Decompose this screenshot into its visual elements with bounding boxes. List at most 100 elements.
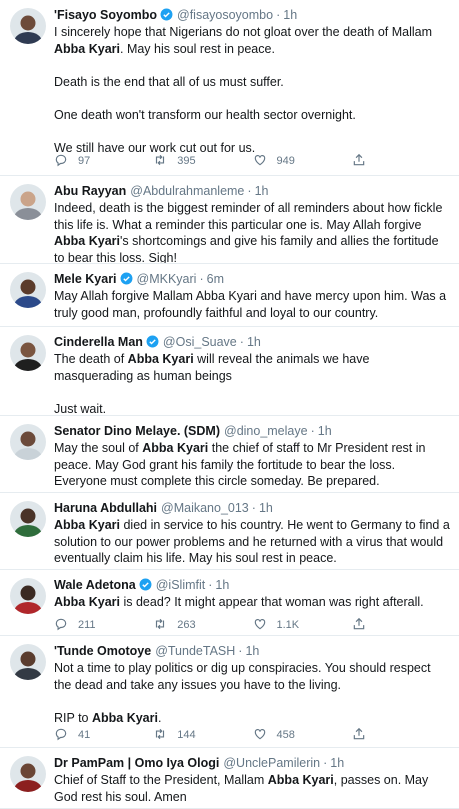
timestamp[interactable]: 1h <box>318 423 332 439</box>
like-button[interactable]: 1.1K <box>253 617 352 634</box>
heart-icon <box>253 617 277 634</box>
retweet-count: 144 <box>177 729 196 741</box>
author-name[interactable]: Haruna Abdullahi <box>54 500 157 516</box>
tweet-paragraph: May the soul of Abba Kyari the chief of … <box>54 440 451 490</box>
text-segment: May the soul of <box>54 441 143 455</box>
author-handle[interactable]: @TundeTASH <box>155 643 235 659</box>
share-icon <box>352 617 376 634</box>
avatar[interactable] <box>10 756 46 792</box>
tweet-paragraph: Abba Kyari is dead? It might appear that… <box>54 594 451 611</box>
tweet[interactable]: Haruna Abdullahi @Maikano_013 · 1h Abba Kyar… <box>0 493 459 570</box>
reply-button[interactable]: 97 <box>54 153 153 170</box>
author-handle[interactable]: @Maikano_013 <box>161 500 249 516</box>
like-count: 1.1K <box>276 619 300 631</box>
share-icon <box>352 727 376 744</box>
author-handle[interactable]: @UnclePamilerin <box>223 755 320 771</box>
reply-button[interactable]: 211 <box>54 617 153 634</box>
retweet-button[interactable]: 395 <box>153 153 252 170</box>
tweet-paragraph: One death won't transform our health sec… <box>54 107 451 124</box>
text-segment: Indeed, death is the biggest reminder of… <box>54 201 443 232</box>
timestamp[interactable]: 1h <box>245 643 259 659</box>
separator: · <box>208 578 213 592</box>
tweet[interactable]: Mele Kyari @MKKyari · 6m May Allah forgive M… <box>0 264 459 327</box>
tweet-paragraph: The death of Abba Kyari will reveal the … <box>54 351 451 384</box>
avatar[interactable] <box>10 8 46 44</box>
author-name[interactable]: Dr PamPam | Omo Iya Ologi <box>54 755 219 771</box>
text-segment: The death of <box>54 352 128 366</box>
author-name[interactable]: 'Tunde Omotoye <box>54 643 151 659</box>
tweet-actions: 97 395 949 <box>54 153 451 169</box>
retweet-icon <box>153 617 177 634</box>
share-button[interactable] <box>352 153 451 170</box>
author-name[interactable]: Abu Rayyan <box>54 183 126 199</box>
timestamp[interactable]: 6m <box>207 271 224 287</box>
like-count: 949 <box>276 155 295 167</box>
highlighted-term: Abba Kyari <box>127 352 194 366</box>
avatar[interactable] <box>10 501 46 537</box>
retweet-button[interactable]: 144 <box>153 727 252 744</box>
tweet-text: Indeed, death is the biggest reminder of… <box>54 200 451 263</box>
timestamp[interactable]: 1h <box>255 183 269 199</box>
highlighted-term: Abba Kyari <box>142 441 209 455</box>
reply-button[interactable]: 41 <box>54 727 153 744</box>
timestamp[interactable]: 1h <box>330 755 344 771</box>
avatar[interactable] <box>10 424 46 460</box>
text-segment: Chief of Staff to the President, Mallam <box>54 773 268 787</box>
share-button[interactable] <box>352 617 451 634</box>
tweet[interactable]: Wale Adetona @iSlimfit · 1h Abba Kyari is de… <box>0 570 459 636</box>
tweet-paragraph: I sincerely hope that Nigerians do not g… <box>54 24 451 57</box>
tweet-text: I sincerely hope that Nigerians do not g… <box>54 24 451 156</box>
verified-badge-icon <box>136 577 152 593</box>
timestamp[interactable]: 1h <box>247 334 261 350</box>
author-name[interactable]: Mele Kyari <box>54 271 117 287</box>
author-handle[interactable]: @Abdulrahmanleme <box>130 183 244 199</box>
highlighted-term: Abba Kyari <box>54 41 120 56</box>
separator: · <box>238 644 243 658</box>
author-handle[interactable]: @MKKyari <box>137 271 197 287</box>
tweet[interactable]: Abu Rayyan @Abdulrahmanleme · 1h Indeed, dea… <box>0 176 459 264</box>
tweet-paragraph: May Allah forgive Mallam Abba Kyari and … <box>54 288 451 321</box>
text-segment: I sincerely hope that Nigerians do not g… <box>54 25 432 39</box>
tweet[interactable]: Dr PamPam | Omo Iya Ologi @UnclePamilerin… <box>0 748 459 809</box>
author-name[interactable]: 'Fisayo Soyombo <box>54 7 157 23</box>
separator: · <box>247 184 252 198</box>
separator: · <box>251 501 256 515</box>
author-name[interactable]: Cinderella Man <box>54 334 143 350</box>
tweet[interactable]: 'Fisayo Soyombo @fisayosoyombo · 1h I sincer… <box>0 0 459 176</box>
share-icon <box>352 153 376 170</box>
author-name[interactable]: Senator Dino Melaye. (SDM) <box>54 423 220 439</box>
tweet-paragraph: Chief of Staff to the President, Mallam … <box>54 772 451 805</box>
tweet[interactable]: Senator Dino Melaye. (SDM) @dino_melaye · 1… <box>0 416 459 493</box>
avatar[interactable] <box>10 272 46 308</box>
author-handle[interactable]: @iSlimfit <box>156 577 206 593</box>
retweet-count: 395 <box>177 155 196 167</box>
tweet[interactable]: 'Tunde Omotoye @TundeTASH · 1h Not a time to… <box>0 636 459 748</box>
tweet[interactable]: Cinderella Man @Osi_Suave · 1h The death of … <box>0 327 459 416</box>
tweet-paragraph: Just wait. <box>54 401 451 416</box>
like-button[interactable]: 458 <box>253 727 352 744</box>
share-button[interactable] <box>352 727 451 744</box>
author-handle[interactable]: @dino_melaye <box>224 423 308 439</box>
tweet-text: Not a time to play politics or dig up co… <box>54 660 451 726</box>
tweet-text: May Allah forgive Mallam Abba Kyari and … <box>54 288 451 321</box>
tweet-text: The death of Abba Kyari will reveal the … <box>54 351 451 416</box>
avatar[interactable] <box>10 644 46 680</box>
author-name[interactable]: Wale Adetona <box>54 577 136 593</box>
timestamp[interactable]: 1h <box>283 7 297 23</box>
retweet-button[interactable]: 263 <box>153 617 252 634</box>
timestamp[interactable]: 1h <box>259 500 273 516</box>
reply-count: 41 <box>78 729 91 741</box>
avatar[interactable] <box>10 578 46 614</box>
avatar[interactable] <box>10 184 46 220</box>
text-segment: Death is the end that all of us must suf… <box>54 74 284 89</box>
timestamp[interactable]: 1h <box>215 577 229 593</box>
tweet-actions: 211 263 1.1K <box>54 617 451 633</box>
author-handle[interactable]: @Osi_Suave <box>163 334 237 350</box>
like-button[interactable]: 949 <box>253 153 352 170</box>
author-handle[interactable]: @fisayosoyombo <box>177 7 273 23</box>
tweet-paragraph: RIP to Abba Kyari. <box>54 710 451 727</box>
text-segment: . May his soul rest in peace. <box>120 41 275 56</box>
avatar[interactable] <box>10 335 46 371</box>
separator: · <box>310 424 315 438</box>
verified-badge-icon <box>143 334 159 350</box>
